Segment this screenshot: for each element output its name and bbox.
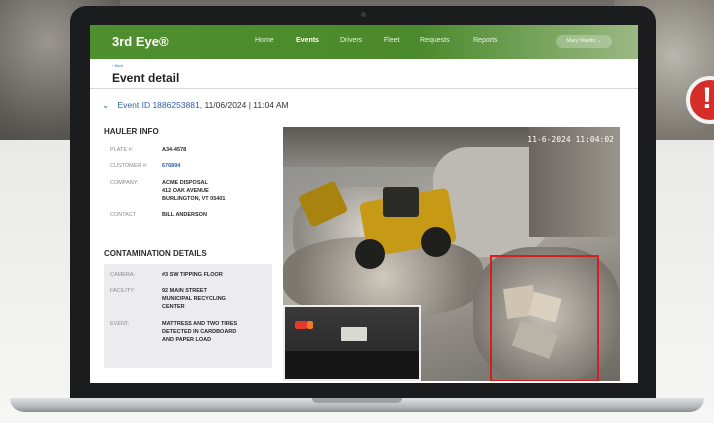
hauler-info-title: HAULER INFO [104,127,159,136]
nav-home[interactable]: Home [255,37,274,44]
plate-value: A34-4578 [162,147,187,153]
facility-label: FACILITY: [110,288,136,294]
contamination-panel [104,264,272,368]
company-line: ACME DISPOSAL [162,180,208,186]
nav-events[interactable]: Events [296,37,319,44]
customer-label: CUSTOMER #: [110,163,148,169]
company-line: 412 OAK AVENUE [162,188,209,194]
contact-value: BILL ANDERSON [162,212,207,218]
nav-reports[interactable]: Reports [473,37,498,44]
truck-bumper [285,351,419,379]
facility-line: 92 MAIN STREET [162,288,207,294]
company-label: COMPANY: [110,180,139,186]
company-line: BURLINGTON, VT 05401 [162,196,226,202]
laptop-notch [312,398,402,403]
user-menu[interactable]: Mary Martin ⌄ [556,35,612,48]
chevron-down-icon[interactable]: ⌄ [102,100,109,110]
event-datetime: 11/06/2024 | 11:04 AM [204,100,289,110]
facility-line: MUNICIPAL RECYCLING [162,296,226,302]
camera-value: #3 SW TIPPING FLOOR [162,272,223,278]
event-line: DETECTED IN CARDBOARD [162,329,237,335]
plate-label: PLATE #: [110,147,134,153]
loader-cab [383,187,419,217]
loader-wheel [421,227,451,257]
brand-logo[interactable]: 3rd Eye® [112,34,169,49]
event-line: MATTRESS AND TWO TIRES [162,321,238,327]
page-title: Event detail [112,71,180,85]
truck-taillight [307,321,313,329]
nav-fleet[interactable]: Fleet [384,37,400,44]
nav-requests[interactable]: Requests [420,37,450,44]
nav-drivers[interactable]: Drivers [340,37,362,44]
loader-wheel [355,239,385,269]
license-plate [341,327,367,341]
event-label: EVENT: [110,321,130,327]
customer-value[interactable]: 676894 [162,162,180,170]
app-screen: 3rd Eye® Home Events Drivers Fleet Reque… [90,25,638,383]
facility-line: CENTER [162,304,185,310]
detection-box[interactable] [490,255,599,381]
contamination-title: CONTAMINATION DETAILS [104,249,207,258]
event-header[interactable]: ⌄ Event ID 1886253881, 11/06/2024 | 11:0… [102,100,289,111]
truck-taillight [295,321,307,329]
header-divider [90,88,638,89]
top-nav: 3rd Eye® Home Events Drivers Fleet Reque… [90,25,638,59]
back-link[interactable]: ‹ Back [112,63,123,68]
webcam-icon [361,12,366,17]
event-id: Event ID 1886253881, [117,100,203,110]
camera-feed-image[interactable]: 11-6-2024 11:04:02 [283,127,620,381]
event-line: AND PAPER LOAD [162,337,212,343]
truck-inset-image[interactable] [283,305,421,381]
camera-timestamp: 11-6-2024 11:04:02 [527,135,614,144]
camera-label: CAMERA: [110,272,136,278]
contact-label: CONTACT [110,212,137,218]
